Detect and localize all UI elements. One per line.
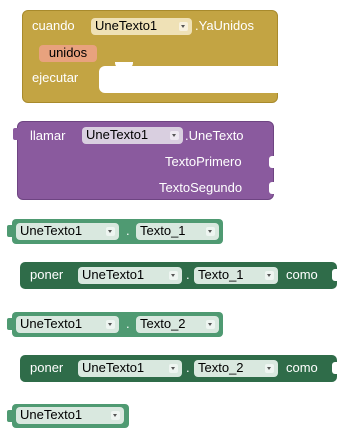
call-block-unetexto[interactable]: llamar UneTexto1 .UneTexto TextoPrimero … (13, 121, 274, 200)
chevron-down-icon (265, 271, 274, 280)
setter2-property-label: Texto_2 (198, 360, 244, 375)
input-socket-icon[interactable] (332, 362, 337, 374)
setter2-como-label: como (286, 360, 318, 375)
call-output-connector (13, 128, 19, 140)
chevron-down-icon (206, 320, 215, 329)
chevron-down-icon (206, 227, 215, 236)
setter2-component-dropdown[interactable]: UneTexto1 (78, 360, 182, 377)
chevron-down-icon (106, 320, 115, 329)
chevron-down-icon (169, 364, 178, 373)
getter1-output-connector (7, 225, 13, 237)
component-label: UneTexto1 (20, 407, 83, 422)
component-dropdown[interactable]: UneTexto1 (16, 407, 124, 424)
call-component-dropdown[interactable]: UneTexto1 (82, 127, 183, 144)
setter2-poner-label: poner (30, 360, 64, 375)
getter1-dot: . (126, 223, 130, 238)
getter2-property-label: Texto_2 (140, 316, 186, 331)
getter-block-texto2[interactable]: UneTexto1 . Texto_2 (7, 312, 223, 337)
setter1-dot: . (186, 267, 190, 282)
getter2-dot: . (126, 316, 130, 331)
call-arg2-label: TextoSegundo (159, 180, 243, 195)
setter-block-texto1[interactable]: poner UneTexto1 . Texto_1 como (20, 262, 337, 289)
call-arg1-label: TextoPrimero (165, 154, 242, 169)
event-name-label: .YaUnidos (195, 18, 255, 33)
component-block-unetexto1[interactable]: UneTexto1 (7, 404, 129, 428)
event-component-dropdown[interactable]: UneTexto1 (91, 18, 192, 35)
setter1-property-label: Texto_1 (198, 267, 244, 282)
call-method-label: .UneTexto (185, 128, 244, 143)
component-output-connector (7, 410, 13, 422)
event-do-slot[interactable] (99, 66, 279, 93)
chevron-down-icon (170, 131, 179, 140)
call-component-label: UneTexto1 (86, 127, 149, 142)
setter1-component-dropdown[interactable]: UneTexto1 (78, 267, 182, 284)
setter1-poner-label: poner (30, 267, 64, 282)
setter2-property-dropdown[interactable]: Texto_2 (194, 360, 278, 377)
getter1-property-dropdown[interactable]: Texto_1 (136, 223, 219, 240)
getter2-property-dropdown[interactable]: Texto_2 (136, 316, 219, 333)
chevron-down-icon (106, 227, 115, 236)
setter1-como-label: como (286, 267, 318, 282)
event-cuando-label: cuando (32, 18, 75, 33)
getter1-component-label: UneTexto1 (20, 223, 83, 238)
getter2-output-connector (7, 318, 13, 330)
input-socket-icon[interactable] (269, 156, 274, 168)
setter1-property-dropdown[interactable]: Texto_1 (194, 267, 278, 284)
event-do-slot-notch (115, 62, 133, 68)
getter1-property-label: Texto_1 (140, 223, 186, 238)
getter1-component-dropdown[interactable]: UneTexto1 (16, 223, 119, 240)
setter1-component-label: UneTexto1 (82, 267, 145, 282)
setter2-component-label: UneTexto1 (82, 360, 145, 375)
event-param-label: unidos (48, 45, 88, 60)
event-param-unidos[interactable]: unidos (39, 45, 97, 62)
call-llamar-label: llamar (30, 128, 66, 143)
input-socket-icon[interactable] (269, 182, 274, 194)
chevron-down-icon (179, 22, 188, 31)
chevron-down-icon (265, 364, 274, 373)
getter2-component-dropdown[interactable]: UneTexto1 (16, 316, 119, 333)
chevron-down-icon (169, 271, 178, 280)
event-block-yaunidos[interactable]: cuando UneTexto1 .YaUnidos unidos ejecut… (22, 10, 279, 103)
setter-block-texto2[interactable]: poner UneTexto1 . Texto_2 como (20, 355, 337, 382)
getter-block-texto1[interactable]: UneTexto1 . Texto_1 (7, 219, 223, 244)
chevron-down-icon (111, 411, 120, 420)
setter2-dot: . (186, 360, 190, 375)
event-component-label: UneTexto1 (95, 18, 158, 33)
getter2-component-label: UneTexto1 (20, 316, 83, 331)
input-socket-icon[interactable] (332, 269, 337, 281)
event-ejecutar-label: ejecutar (32, 70, 79, 85)
